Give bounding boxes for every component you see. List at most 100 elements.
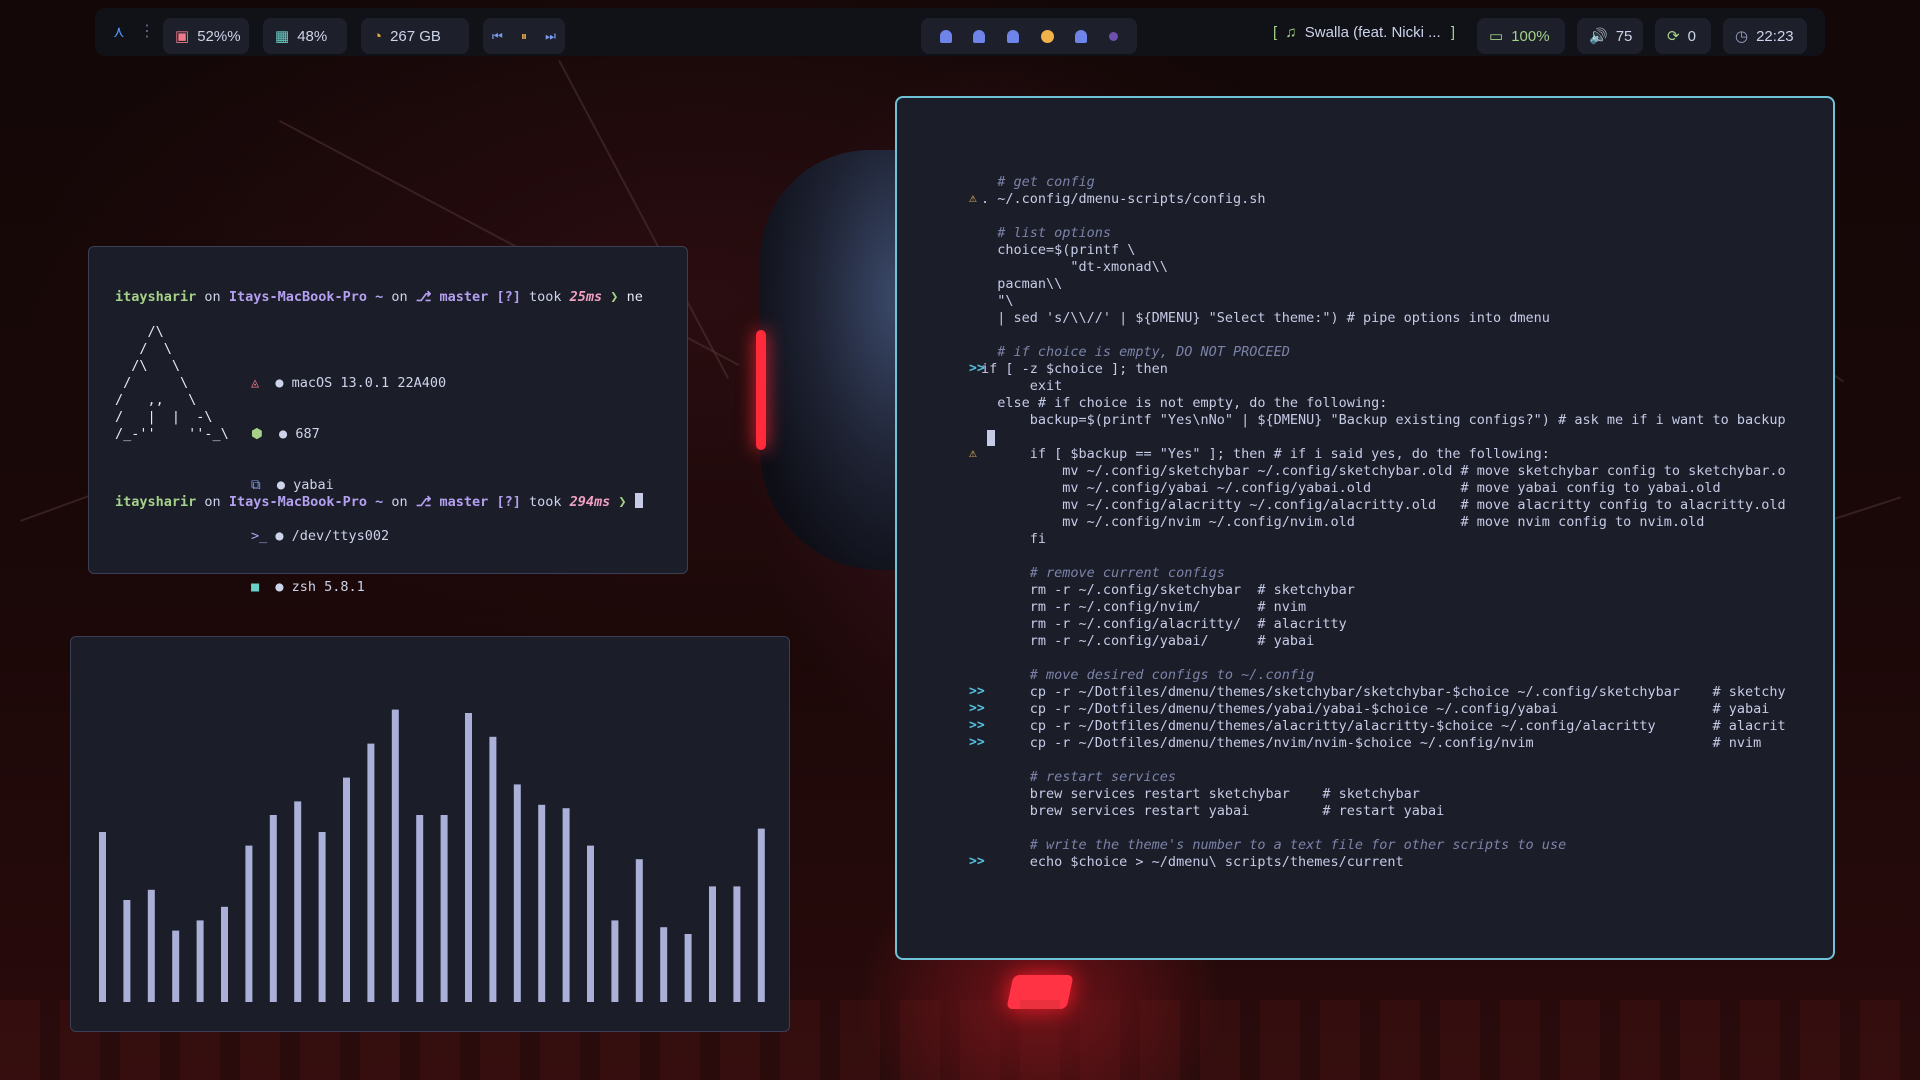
visualizer-bar [611, 920, 619, 1002]
workspace-3-ghost-icon[interactable] [1007, 29, 1020, 43]
code-line: # move desired configs to ~/.config [981, 667, 1315, 683]
music-note-icon: ♫ [1285, 24, 1297, 41]
code-line: . ~/.config/dmenu-scripts/config.sh [981, 191, 1266, 207]
workspace-6-dot-icon[interactable] [1109, 31, 1119, 41]
visualizer-bar [660, 927, 668, 1002]
os-icon: ◬ [251, 375, 260, 391]
visualizer-bar [440, 815, 448, 1002]
code-line: rm -r ~/.config/sketchybar # sketchybar [981, 582, 1355, 598]
code-line: cp -r ~/Dotfiles/dmenu/themes/nvim/nvim-… [981, 735, 1762, 751]
bracket-open: [ [1273, 24, 1278, 41]
shell-icon: ■ [251, 579, 260, 595]
terminal-cursor [634, 493, 643, 508]
music-title: Swalla (feat. Nicki ... [1304, 24, 1441, 41]
volume-widget[interactable]: 🔊 75 [1577, 18, 1643, 54]
code-line: rm -r ~/.config/nvim/ # nvim [981, 599, 1307, 615]
code-line: pacman\\ [981, 276, 1063, 292]
visualizer-bar [147, 889, 155, 1002]
warning-icon: ⚠ [969, 446, 977, 461]
visualizer-bar [465, 713, 472, 1002]
package-icon: ⬢ [251, 426, 263, 442]
code-line: # restart services [981, 769, 1177, 785]
workspace-1-ghost-icon[interactable] [939, 29, 952, 43]
code-line: cp -r ~/Dotfiles/dmenu/themes/sketchybar… [981, 684, 1786, 700]
visualizer-bar [367, 743, 375, 1002]
visualizer-bar [709, 886, 716, 1002]
code-line: # remove current configs [981, 565, 1225, 581]
code-line: fi [981, 531, 1047, 547]
audio-visualizer-window[interactable] [70, 636, 790, 1032]
active-workspace-pacman-icon[interactable] [1040, 29, 1054, 43]
system-info: ◬ ● macOS 13.0.1 22A400 ⬢ ● 687 ⧉ ● yaba… [251, 341, 446, 630]
code-line: mv ~/.config/yabai ~/.config/yabai.old #… [981, 480, 1721, 496]
clock-widget[interactable]: ◷ 22:23 [1723, 18, 1807, 54]
code-line: if [ -z $choice ]; then [981, 361, 1168, 377]
code-line: choice=$(printf \ [981, 242, 1136, 258]
music-widget[interactable]: [ ♫ Swalla (feat. Nicki ... ] [1273, 24, 1455, 41]
workspace-2-ghost-icon[interactable] [973, 29, 986, 43]
code-line: else # if choice is not empty, do the fo… [981, 395, 1388, 411]
pause-icon[interactable]: ⏸ [521, 29, 527, 44]
menu-dots-icon[interactable]: ⋮ [139, 21, 155, 40]
visualizer-bar [489, 736, 497, 1002]
next-icon[interactable]: ⏭ [545, 29, 556, 44]
code-line: mv ~/.config/nvim ~/.config/nvim.old # m… [981, 514, 1705, 530]
visualizer-bar [269, 815, 277, 1002]
code-line: # write the theme's number to a text fil… [981, 837, 1567, 853]
disk-widget[interactable]: ◔ 267 GB [361, 18, 469, 54]
prompt-line-2: itaysharir on Itays-MacBook-Pro ~ on ⎇ m… [115, 493, 643, 510]
code-line: rm -r ~/.config/yabai/ # yabai [981, 633, 1315, 649]
battery-widget[interactable]: ▭ 100% [1477, 18, 1565, 54]
bracket-close: ] [1450, 24, 1455, 41]
code-line: brew services restart sketchybar # sketc… [981, 786, 1420, 802]
memory-widget[interactable]: ▦ 48% [263, 18, 347, 54]
updates-widget[interactable]: ⟳ 0 [1655, 18, 1711, 54]
code-editor-window[interactable]: >> >> >> >> >> >> ⚠ ⚠ # get config. ~/.config/d… [895, 96, 1835, 960]
visualizer-bar [635, 859, 643, 1002]
visualizer-bar [416, 815, 424, 1002]
prompt-line-1: itaysharir on Itays-MacBook-Pro ~ on ⎇ m… [115, 289, 643, 305]
clock-icon: ◷ [1735, 28, 1749, 45]
arch-logo-icon[interactable]: ⋏ [113, 22, 125, 41]
visualizer-bar [318, 832, 326, 1002]
terminal-icon: >_ [251, 528, 268, 544]
visualizer-bar [684, 934, 692, 1002]
code-line: # get config [981, 174, 1095, 190]
visualizer-bar [245, 845, 253, 1002]
visualizer-bar [562, 808, 570, 1002]
git-branch-icon: ⎇ [415, 494, 432, 510]
terminal-window[interactable]: itaysharir on Itays-MacBook-Pro ~ on ⎇ m… [88, 246, 688, 595]
warning-icon: ⚠ [969, 191, 977, 206]
info-wm: ⧉ ● yabai [251, 477, 334, 493]
visualizer-bar [513, 784, 521, 1002]
workspace-5-ghost-icon[interactable] [1075, 29, 1088, 43]
visualizer-bar [99, 832, 106, 1002]
previous-icon[interactable]: ⏮ [492, 29, 503, 44]
code-line: # if choice is empty, DO NOT PROCEED [981, 344, 1290, 360]
visualizer-bar [123, 900, 131, 1002]
code-line: "dt-xmonad\\ [981, 259, 1168, 275]
info-shell: ■ ● zsh 5.8.1 [251, 579, 365, 595]
volume-icon: 🔊 [1589, 28, 1608, 45]
visualizer-bar [196, 920, 204, 1002]
refresh-icon: ⟳ [1667, 28, 1680, 45]
window-manager-icon: ⧉ [251, 477, 261, 493]
code-line: cp -r ~/Dotfiles/dmenu/themes/yabai/yaba… [981, 701, 1770, 717]
battery-icon: ▭ [1489, 28, 1504, 45]
code-line: if [ $backup == "Yes" ]; then # if i sai… [981, 446, 1550, 462]
info-packages: ⬢ ● 687 [251, 426, 320, 442]
visualizer-bar [733, 886, 741, 1002]
editor-cursor [987, 430, 995, 446]
visualizer-bar [343, 777, 350, 1002]
status-bar: ⋏ ⋮ ▣ 52%% ▦ 48% ◔ 267 GB ⏮ ⏸ ⏭ [ ♫ Swalla … [95, 8, 1825, 56]
git-branch-icon: ⎇ [415, 289, 432, 305]
visualizer-bar [221, 906, 228, 1002]
media-controls: ⏮ ⏸ ⏭ [483, 18, 565, 54]
cpu-widget[interactable]: ▣ 52%% [163, 18, 249, 54]
visualizer-bar [587, 845, 594, 1002]
code-line: backup=$(printf "Yes\nNo" | ${DMENU} "Ba… [981, 412, 1786, 428]
visualizer-bar [538, 804, 546, 1002]
wallpaper-light [756, 330, 766, 450]
code-line: cp -r ~/Dotfiles/dmenu/themes/alacritty/… [981, 718, 1786, 734]
code-line: exit [981, 378, 1063, 394]
